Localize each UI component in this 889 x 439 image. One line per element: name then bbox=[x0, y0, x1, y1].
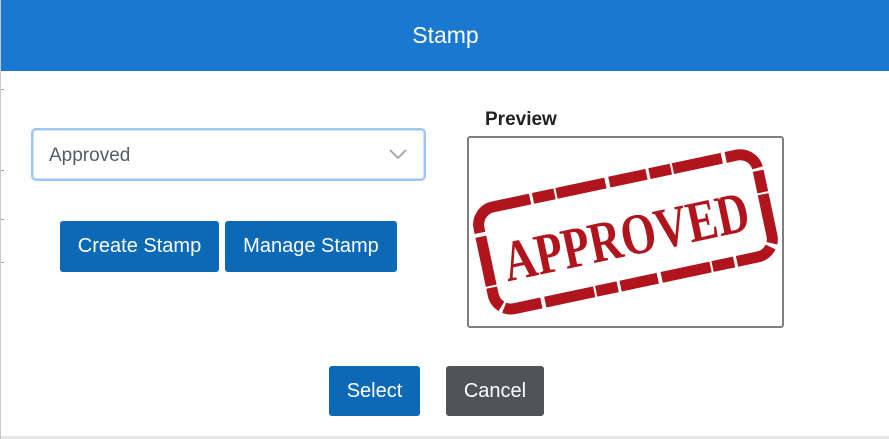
cancel-button[interactable]: Cancel bbox=[446, 366, 544, 416]
manage-stamp-button[interactable]: Manage Stamp bbox=[225, 221, 397, 272]
dialog-header: Stamp bbox=[1, 0, 889, 71]
stamp-select-value: Approved bbox=[49, 145, 131, 166]
chevron-down-icon bbox=[389, 149, 407, 160]
approved-stamp-image: APPROVED bbox=[473, 149, 778, 315]
select-button[interactable]: Select bbox=[329, 366, 420, 416]
dialog-title: Stamp bbox=[412, 22, 479, 48]
create-stamp-button[interactable]: Create Stamp bbox=[60, 221, 219, 272]
stamp-dialog: Stamp Approved Create Stamp Manage Stamp… bbox=[0, 0, 889, 439]
preview-label: Preview bbox=[485, 109, 557, 130]
stamp-select[interactable]: Approved bbox=[31, 128, 426, 181]
stamp-preview: APPROVED bbox=[467, 136, 784, 328]
